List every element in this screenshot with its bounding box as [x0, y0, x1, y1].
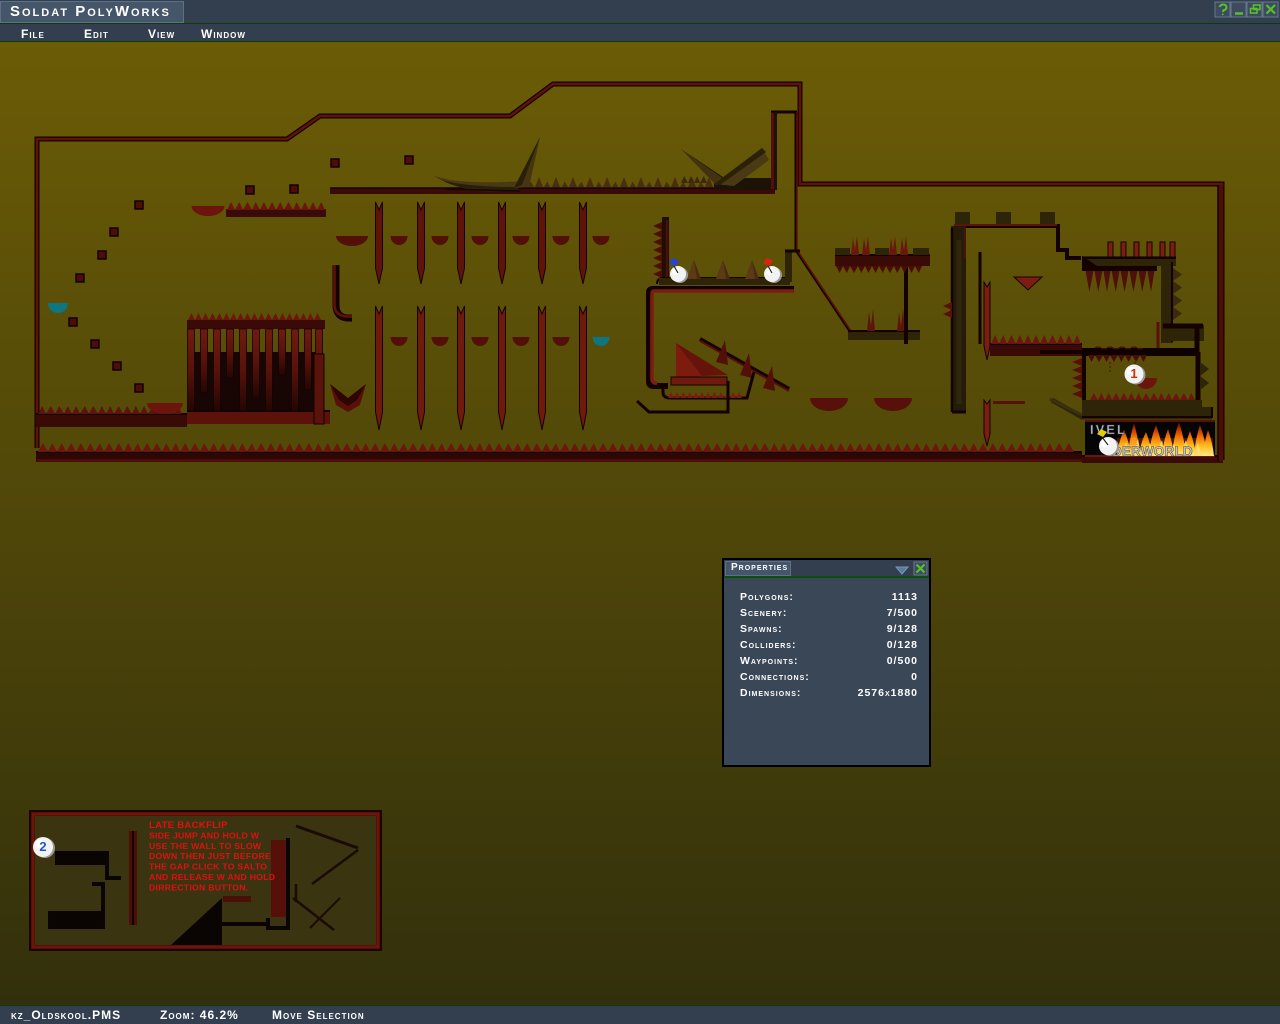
- svg-text:DIRRECTION BUTTON.: DIRRECTION BUTTON.: [149, 882, 248, 892]
- svg-text:AND RELEASE W AND HOLD: AND RELEASE W AND HOLD: [149, 872, 275, 882]
- svg-text:SIDE JUMP AND HOLD W: SIDE JUMP AND HOLD W: [149, 830, 260, 840]
- svg-text:IVEL: IVEL: [1090, 422, 1127, 437]
- svg-text:DERWORLD: DERWORLD: [1112, 444, 1193, 459]
- svg-text:USE THE WALL TO SLOW: USE THE WALL TO SLOW: [149, 841, 262, 851]
- svg-text:1: 1: [1130, 366, 1137, 381]
- svg-text:LATE BACKFLIP: LATE BACKFLIP: [149, 820, 228, 831]
- svg-text:DOWN THEN JUST BEFORE: DOWN THEN JUST BEFORE: [149, 851, 271, 861]
- svg-text:THE GAP CLICK TO SALTO: THE GAP CLICK TO SALTO: [149, 862, 267, 872]
- svg-text:2: 2: [39, 839, 46, 854]
